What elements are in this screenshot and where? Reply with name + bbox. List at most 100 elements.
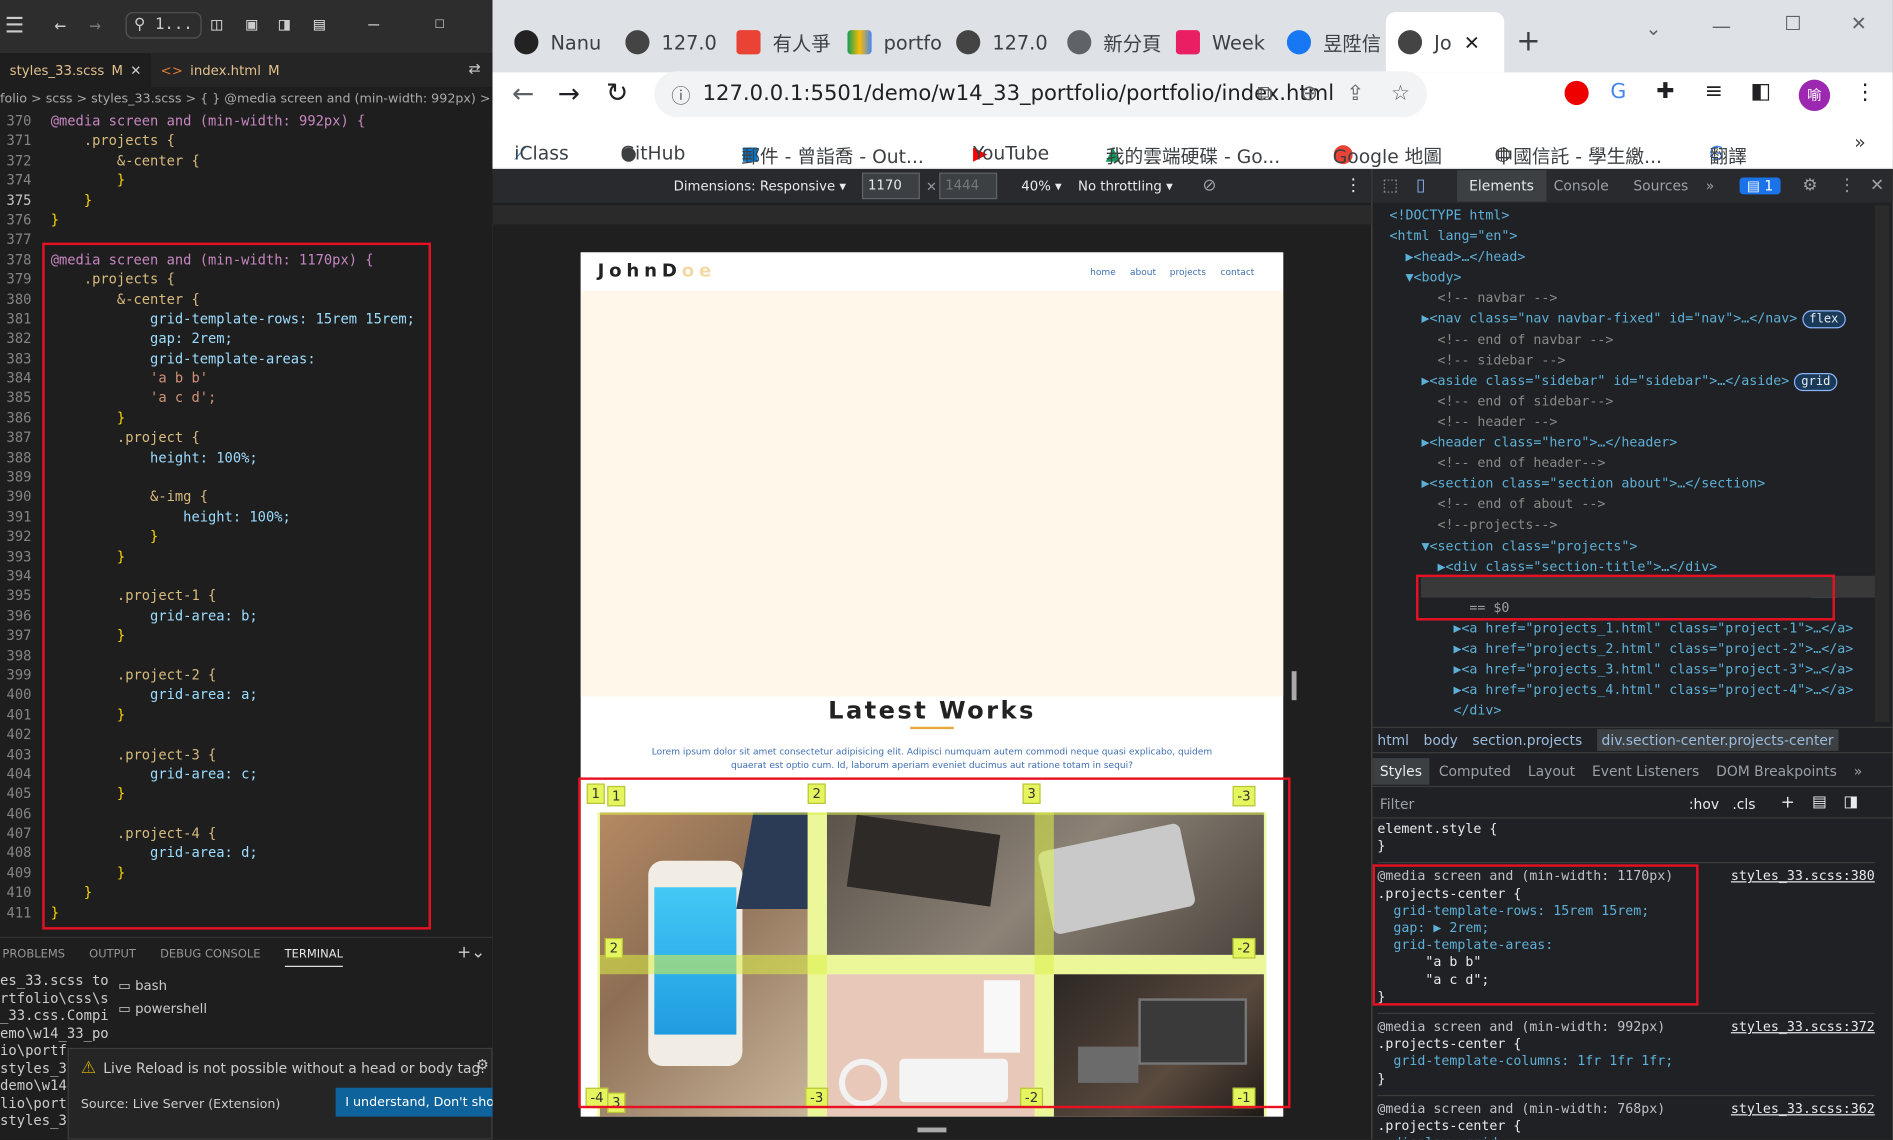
extensions-icon[interactable]: ✚ — [1656, 78, 1674, 103]
dom-node[interactable]: <!-- navbar --> — [1373, 288, 1878, 309]
crumb-div[interactable]: div.section-center.projects-center — [1596, 729, 1839, 751]
scrollbar[interactable] — [1874, 205, 1890, 722]
crumb-html[interactable]: html — [1377, 732, 1409, 749]
tab-computed[interactable]: Computed — [1432, 758, 1519, 785]
translate-icon[interactable]: ⧉ — [1257, 82, 1272, 106]
dom-node[interactable]: <html lang="en"> — [1373, 226, 1878, 247]
dom-node[interactable]: ▶<section class="section about">…</secti… — [1373, 473, 1878, 494]
resize-handle-bottom[interactable] — [917, 1127, 947, 1133]
inspect-icon[interactable]: ⬚ — [1382, 176, 1398, 195]
dom-tree[interactable]: <!DOCTYPE html> <html lang="en"> ▶<head>…… — [1373, 205, 1878, 721]
zoom-icon[interactable]: ⊖ — [1301, 82, 1319, 106]
dimensions-select[interactable]: Dimensions: Responsive ▾ — [674, 178, 846, 194]
more-tabs-icon[interactable]: » — [1706, 177, 1715, 194]
dismiss-button[interactable]: I understand, Don't show a — [335, 1087, 505, 1117]
device-toggle-icon[interactable]: ▯ — [1416, 176, 1425, 195]
tab-index-html[interactable]: <> index.html M — [151, 53, 289, 87]
style-rule[interactable]: @media screen and (min-width: 1170px) .pr… — [1377, 868, 1875, 1015]
customize-layout-icon[interactable]: ▤ — [314, 13, 325, 35]
terminal-item-bash[interactable]: ▭ bash — [118, 974, 207, 997]
tab-terminal[interactable]: TERMINAL — [284, 948, 343, 967]
reload-icon[interactable]: ↻ — [606, 78, 628, 108]
cls-toggle[interactable]: .cls — [1732, 796, 1755, 813]
logo[interactable]: JohnDoe — [598, 260, 717, 282]
tab-styles[interactable]: Styles — [1372, 757, 1430, 785]
dom-node[interactable]: </div> — [1373, 700, 1878, 721]
tab-debug-console[interactable]: DEBUG CONSOLE — [160, 948, 260, 967]
chevron-down-icon[interactable]: ⌄ — [1645, 17, 1661, 40]
more-icon[interactable]: ⋮ — [1345, 176, 1362, 195]
tab-localhost-1[interactable]: 127.0 — [625, 12, 722, 72]
tab-active[interactable]: Jo ✕ — [1385, 12, 1505, 73]
style-rule[interactable]: @media screen and (min-width: 992px) .pro… — [1377, 1019, 1875, 1096]
dom-node[interactable]: ▶<div class="section-title">…</div> — [1373, 556, 1878, 577]
back-icon[interactable]: ← — [54, 13, 66, 36]
tab-styles-scss[interactable]: styles_33.scss M ✕ — [0, 53, 151, 87]
toggle-panel-icon[interactable]: ▣ — [246, 13, 257, 35]
throttle-select[interactable]: No throttling ▾ — [1078, 178, 1173, 194]
filter-input[interactable]: Filter — [1380, 796, 1414, 813]
dom-node[interactable]: == $0 — [1373, 597, 1878, 618]
forward-icon[interactable]: → — [558, 80, 580, 110]
tab-layout[interactable]: Layout — [1521, 758, 1583, 785]
width-input[interactable]: 1170 — [861, 172, 920, 200]
dom-node[interactable]: ▶<a href="projects_4.html" class="projec… — [1373, 680, 1878, 701]
tab-console[interactable]: Console — [1554, 177, 1609, 194]
tab-problems[interactable]: PROBLEMS — [2, 948, 65, 967]
page-viewport[interactable]: JohnDoe home about projects contact Late… — [580, 252, 1284, 1117]
project-3[interactable] — [826, 974, 1035, 1117]
back-icon[interactable]: ← — [512, 80, 534, 110]
style-rule[interactable]: @media screen and (min-width: 768px) .pro… — [1377, 1101, 1874, 1140]
avatar[interactable]: 喻 — [1798, 79, 1831, 112]
nav-link-projects[interactable]: projects — [1170, 267, 1206, 278]
paint-icon[interactable]: ▤ — [1812, 793, 1827, 811]
dom-node[interactable]: <!--projects--> — [1373, 515, 1878, 536]
new-tab-icon[interactable]: + — [1516, 24, 1540, 58]
gear-icon[interactable]: ⚙ — [1802, 176, 1817, 195]
adblock-icon[interactable] — [1564, 80, 1589, 106]
tab-gmail[interactable]: 有人爭 — [736, 12, 833, 72]
dom-node[interactable]: <!DOCTYPE html> — [1373, 205, 1878, 226]
dom-node[interactable]: ▶<nav class="nav navbar-fixed" id="nav">… — [1373, 308, 1878, 329]
close-icon[interactable]: ✕ — [1464, 31, 1480, 54]
crumb-section[interactable]: section.projects — [1472, 732, 1582, 749]
nav-link-home[interactable]: home — [1090, 267, 1116, 278]
translate-extension-icon[interactable]: G — [1610, 80, 1626, 104]
close-icon[interactable]: ✕ — [1870, 176, 1884, 195]
dom-node[interactable]: <!-- header --> — [1373, 412, 1878, 433]
minimize-icon[interactable]: — — [1712, 14, 1731, 37]
issues-badge[interactable]: ▤ 1 — [1739, 177, 1781, 195]
add-rule-icon[interactable]: + — [1781, 793, 1795, 812]
nav-link-about[interactable]: about — [1130, 267, 1156, 278]
close-window-icon[interactable]: ✕ — [1851, 12, 1867, 35]
nav-link-contact[interactable]: contact — [1220, 267, 1254, 278]
maximize-icon[interactable]: ☐ — [435, 13, 445, 32]
forward-icon[interactable]: → — [89, 13, 101, 36]
source-link[interactable]: styles_33.scss:372 — [1731, 1019, 1875, 1036]
crumb-body[interactable]: body — [1424, 732, 1458, 749]
maximize-icon[interactable]: ☐ — [1784, 12, 1801, 35]
tab-new-tab[interactable]: 新分頁 — [1067, 12, 1164, 72]
toggle-sidebar-icon[interactable]: ◫ — [211, 13, 222, 35]
source-link[interactable]: styles_33.scss:380 — [1731, 868, 1875, 885]
minimize-icon[interactable]: — — [368, 13, 379, 35]
sidebar-toggle-icon[interactable]: ◨ — [1843, 793, 1858, 811]
toggle-secondary-sidebar-icon[interactable]: ◨ — [279, 13, 290, 35]
dom-node[interactable]: ▶<a href="projects_3.html" class="projec… — [1373, 659, 1878, 680]
dom-node[interactable]: ▶<head>…</head> — [1373, 246, 1878, 267]
tab-elements[interactable]: Elements — [1457, 170, 1546, 202]
compare-icon[interactable]: ⇄ — [468, 60, 480, 77]
terminal-item-powershell[interactable]: ▭ powershell — [118, 997, 207, 1020]
close-icon[interactable]: ✕ — [130, 62, 141, 78]
menu-icon[interactable]: ☰ — [5, 13, 24, 38]
dom-node[interactable]: ▶<a href="projects_2.html" class="projec… — [1373, 639, 1878, 660]
tab-dom-breakpoints[interactable]: DOM Breakpoints — [1709, 758, 1844, 785]
add-terminal-icon[interactable]: +⌄ — [457, 943, 485, 962]
style-rule[interactable]: element.style {} — [1377, 821, 1875, 864]
dom-node[interactable]: <!-- end of navbar --> — [1373, 329, 1878, 350]
dom-node[interactable]: ▶<aside class="sidebar" id="sidebar">…</… — [1373, 370, 1878, 391]
tab-drive[interactable]: portfo — [847, 12, 944, 72]
height-input[interactable]: 1444 — [939, 172, 998, 200]
layout-badge[interactable]: grid — [1794, 372, 1838, 391]
dom-node[interactable]: <!-- end of header--> — [1373, 453, 1878, 474]
